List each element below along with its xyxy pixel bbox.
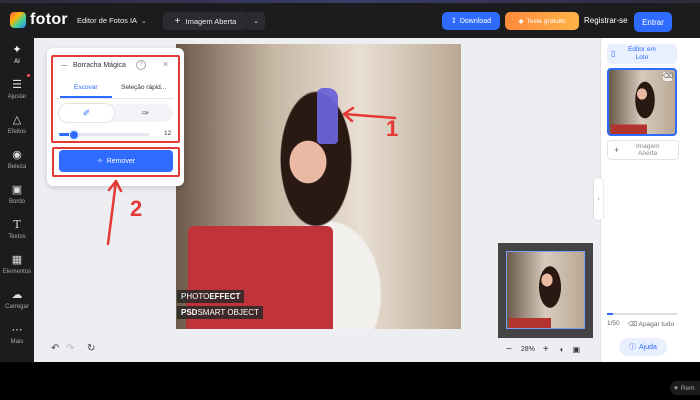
open-image-label: Imagem Aberta — [185, 16, 237, 26]
free-trial-button[interactable]: ◆ Teste gratuito — [505, 12, 579, 30]
plus-icon: + — [614, 145, 620, 155]
fotor-logo-mark-icon — [10, 12, 26, 28]
free-trial-label: Teste gratuito — [526, 17, 566, 25]
notification-dot — [27, 74, 30, 77]
editor-menu-label: Editor de Fotos IA — [77, 16, 138, 25]
sidebar-item-label: AI — [14, 59, 20, 65]
cloud-upload-icon: ☁ — [11, 289, 23, 301]
trash-icon[interactable]: ⌫ — [663, 72, 673, 81]
photo-caption-line2: PSD SMART OBJECT — [177, 306, 263, 319]
reset-icon[interactable]: ↻ — [87, 343, 95, 354]
open-image-side-line2: Aberta — [638, 150, 658, 157]
remove-chip[interactable]: ♥ Rem — [670, 381, 700, 395]
zoom-out-button[interactable]: − — [506, 344, 512, 355]
zoom-controls: − 28% + ◐ ▣ — [500, 340, 593, 358]
sidebar-item-label: Carregar — [5, 304, 29, 310]
question-icon: ⓘ — [629, 344, 637, 351]
open-image-button[interactable]: + Imagem Aberta — [163, 12, 248, 30]
trash-icon: ⌫ — [628, 321, 638, 328]
bottom-bar — [0, 362, 700, 400]
sidebar-item-label: Bordo — [8, 199, 25, 205]
sidebar-item-label: Ajustar — [7, 94, 27, 100]
sidebar-item-label: Elementos — [2, 269, 32, 275]
clear-all-button[interactable]: ⌫ Apagar tudo — [628, 320, 674, 328]
download-button[interactable]: ↧ Download — [442, 12, 500, 30]
undo-icon[interactable]: ↶ — [51, 343, 59, 354]
sidebar-item-label: Mais — [10, 339, 24, 345]
thumbnail-scrollbar-thumb[interactable] — [607, 313, 613, 315]
download-icon: ↧ — [450, 18, 457, 25]
sidebar-item-label: Textos — [8, 234, 26, 240]
zoom-in-button[interactable]: + — [543, 344, 549, 355]
clear-all-label: Apagar tudo — [638, 321, 675, 328]
chevron-down-icon: ⌄ — [253, 18, 259, 25]
thumbnail-scrollbar[interactable] — [607, 313, 677, 315]
download-label: Download — [459, 17, 491, 25]
caption-text: PHOTO — [181, 292, 210, 301]
annotation-number-2: 2 — [130, 196, 143, 221]
sidebar-item-label: Beleza — [7, 164, 27, 170]
chevron-right-icon: › — [597, 195, 600, 203]
batch-label-line2: Lote — [635, 54, 649, 61]
sliders-icon: ☰ — [12, 79, 22, 91]
caption-text: SMART OBJECT — [197, 308, 259, 317]
minimap-preview — [506, 251, 585, 329]
sidebar-item-upload[interactable]: ☁ Carregar — [0, 289, 34, 310]
editor-menu[interactable]: Editor de Fotos IA ⌄ — [77, 16, 147, 25]
redo-icon[interactable]: ↷ — [66, 343, 74, 354]
annotation-box-2 — [52, 147, 180, 177]
chevron-down-icon: ⌄ — [141, 17, 147, 25]
annotation-box-1 — [51, 55, 180, 143]
photo-caption-line1: PHOTO EFFECT — [177, 290, 245, 303]
fit-screen-icon[interactable]: ▣ — [573, 345, 581, 354]
batch-label-line1: Editor em — [628, 46, 656, 53]
sidebar-item-label: Efeitos — [7, 129, 27, 135]
shapes-icon: ▦ — [11, 254, 23, 266]
sidebar-item-beauty[interactable]: ◉ Beleza — [0, 149, 34, 170]
remove-chip-label: Rem — [680, 384, 695, 392]
eye-icon: ◉ — [12, 149, 22, 161]
open-image-side-button[interactable]: + Imagem Aberta — [607, 140, 679, 160]
left-toolbar: ✦ AI ☰ Ajustar △ Efeitos ◉ Beleza ▣ Bord… — [0, 38, 34, 362]
annotation-number-1: 1 — [386, 116, 399, 141]
register-link[interactable]: Registrar-se — [584, 16, 628, 25]
sidebar-item-adjust[interactable]: ☰ Ajustar — [0, 79, 34, 100]
compare-icon[interactable]: ◐ — [560, 345, 565, 354]
text-icon: T — [13, 218, 21, 231]
help-button[interactable]: ⓘ Ajuda — [619, 338, 667, 356]
fotor-logo[interactable]: fotor — [10, 11, 68, 29]
diamond-icon: ◆ — [518, 18, 524, 25]
enter-button[interactable]: Entrar — [634, 12, 672, 32]
caption-text-bold: PSD — [181, 308, 198, 317]
heart-icon: ♥ — [674, 384, 678, 392]
logo-text: fotor — [30, 11, 68, 28]
sidebar-item-effects[interactable]: △ Efeitos — [0, 114, 34, 135]
sidebar-item-frame[interactable]: ▣ Bordo — [0, 184, 34, 205]
sidebar-item-text[interactable]: T Textos — [0, 218, 34, 241]
zoom-level[interactable]: 28% — [521, 346, 535, 353]
more-icon: ⋯ — [11, 324, 23, 336]
sparkles-icon: ✦ — [12, 44, 22, 56]
sidebar-item-elements[interactable]: ▦ Elementos — [0, 254, 34, 275]
open-image-side-line1: Imagem — [636, 143, 660, 150]
plus-icon: + — [174, 15, 181, 27]
top-bar: fotor Editor de Fotos IA ⌄ + Imagem Aber… — [0, 0, 700, 38]
help-label: Ajuda — [639, 343, 657, 351]
magic-eraser-mask — [317, 88, 338, 144]
open-image-dropdown-button[interactable]: ⌄ — [247, 12, 265, 30]
flask-icon: △ — [12, 114, 22, 126]
history-controls: ↶ ↷ ↻ — [45, 340, 105, 358]
image-count: 1/50 — [607, 320, 620, 327]
collapse-panel-button[interactable]: › — [594, 178, 603, 220]
sidebar-item-ai[interactable]: ✦ AI — [0, 44, 34, 65]
top-accent-line — [0, 0, 700, 3]
layers-icon: ▯ — [611, 49, 616, 58]
batch-editor-button[interactable]: ▯ Editor em Lote — [607, 44, 677, 64]
frame-icon: ▣ — [11, 184, 23, 196]
caption-text-bold: EFFECT — [209, 292, 241, 301]
sidebar-item-more[interactable]: ⋯ Mais — [0, 324, 34, 345]
